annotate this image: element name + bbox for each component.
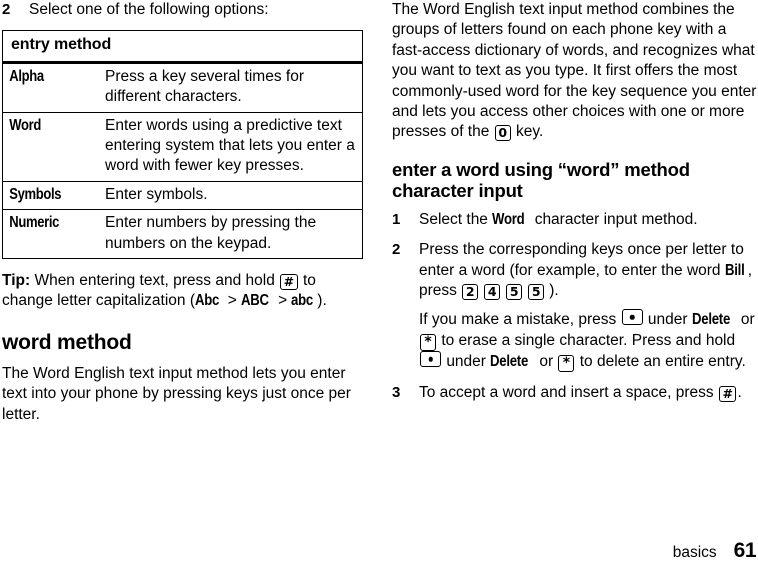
intro-text-before: The Word English text input method combi… (392, 1, 757, 141)
section-heading-line-1: enter a word using “word” method (392, 158, 690, 180)
entry-method-description: Press a key several times for different … (103, 62, 363, 113)
entry-method-description: Enter words using a predictive text ente… (103, 112, 363, 182)
hash-key-icon: # (718, 385, 737, 402)
menu-item-word: Word (492, 210, 525, 228)
entry-method-name: Alpha (2, 62, 87, 113)
key-5-icon: 5 (506, 284, 523, 301)
footer-page-number: 61 (733, 539, 757, 562)
intro-text-after: key. (515, 123, 544, 141)
step-text-before: Press the corresponding keys once per le… (419, 241, 744, 279)
mistake-text-a: If you make a mistake, press (419, 311, 617, 329)
entry-method-name: Symbols (2, 181, 87, 211)
page-footer: basics 61 (672, 539, 757, 562)
word-method-intro-paragraph: The Word English text input method combi… (392, 0, 758, 143)
table-header-label: entry method (2, 30, 363, 64)
step-text-end: ). (549, 282, 559, 300)
step-number: 2 (392, 241, 401, 259)
mistake-text-c: or (740, 311, 755, 329)
hash-key-icon: # (280, 274, 298, 291)
softkey-label-delete: Delete (490, 353, 529, 371)
step-text-after: . (737, 383, 742, 401)
left-column: 2 Select one of the following options: e… (2, 0, 367, 434)
soft-key-icon (420, 351, 441, 368)
soft-key-icon (621, 309, 643, 326)
mistake-text-d: to erase a single character. Press and h… (441, 331, 736, 349)
entry-method-name: Numeric (8, 214, 59, 232)
step-text: Press the corresponding keys once per le… (419, 240, 758, 373)
step-text-after: character input method. (534, 210, 698, 228)
table-header-row: entry method (2, 30, 363, 64)
entry-method-description: Enter numbers by pressing the numbers on… (105, 214, 317, 252)
step-number: 2 (2, 1, 11, 18)
key-2-icon: 2 (462, 284, 479, 301)
step-3-accept-word: 3 To accept a word and insert a space, p… (392, 383, 758, 403)
tip-text-before: When entering text, press and hold (34, 272, 275, 290)
step-text: To accept a word and insert a space, pre… (419, 383, 758, 403)
section-heading-word-method: word method (2, 330, 132, 354)
step-number: 3 (392, 383, 401, 401)
case-lowercase-label: abc (291, 292, 314, 310)
mistake-text-g: to delete an entire entry. (579, 353, 746, 371)
entry-method-table: entry method Alpha Press a key several t… (2, 30, 363, 260)
step-text: Select one of the following options: (29, 1, 269, 18)
word-method-paragraph: The Word English text input method lets … (2, 364, 351, 423)
zero-key-icon: 0 (494, 125, 511, 142)
tip-separator: > (278, 292, 288, 310)
step-text-before: Select the (419, 210, 488, 228)
mistake-text-b: under (647, 311, 688, 329)
entry-method-description: Enter symbols. (103, 181, 363, 211)
right-column: The Word English text input method combi… (392, 0, 758, 413)
key-5-icon: 5 (528, 284, 545, 301)
manual-page: 2 Select one of the following options: e… (0, 0, 758, 564)
table-row: Numeric Enter numbers by pressing the nu… (3, 210, 363, 259)
table-row: Alpha Press a key several times for diff… (2, 62, 363, 113)
key-4-icon: 4 (484, 284, 501, 301)
star-key-icon: * (558, 355, 575, 373)
mistake-text-f: or (539, 353, 554, 371)
tip-paragraph: Tip: When entering text, press and hold … (2, 271, 367, 312)
entry-method-name: Word (2, 112, 87, 182)
tip-text-end: ). (317, 292, 327, 310)
step-2-select-option: 2 Select one of the following options: (2, 0, 367, 20)
section-heading-enter-word: enter a word using “word” method charact… (392, 159, 758, 202)
footer-section-name: basics (672, 544, 717, 561)
tip-separator: > (227, 292, 237, 310)
step-1-select-word-method: 1 Select the Word character input method… (392, 210, 758, 230)
table-row: Word Enter words using a predictive text… (2, 112, 363, 182)
section-heading-line-2: character input (392, 180, 523, 202)
tip-label: Tip: (2, 272, 31, 290)
table-row: Symbols Enter symbols. (2, 181, 363, 211)
star-key-icon: * (420, 333, 436, 351)
step-number: 1 (392, 210, 401, 228)
step-2-press-keys: 2 Press the corresponding keys once per … (392, 240, 758, 373)
mistake-text-e: under (446, 353, 486, 371)
step-text: Select the Word character input method. (419, 210, 758, 230)
example-word-bill: Bill (724, 261, 745, 279)
step-2-paragraph-2: If you make a mistake, press under Delet… (419, 309, 758, 373)
case-abc-label: Abc (195, 292, 220, 310)
softkey-label-delete: Delete (691, 311, 730, 329)
step-text-before: To accept a word and insert a space, pre… (419, 383, 714, 401)
case-uppercase-label: ABC (241, 292, 269, 310)
step-2-paragraph-1: Press the corresponding keys once per le… (419, 240, 758, 301)
